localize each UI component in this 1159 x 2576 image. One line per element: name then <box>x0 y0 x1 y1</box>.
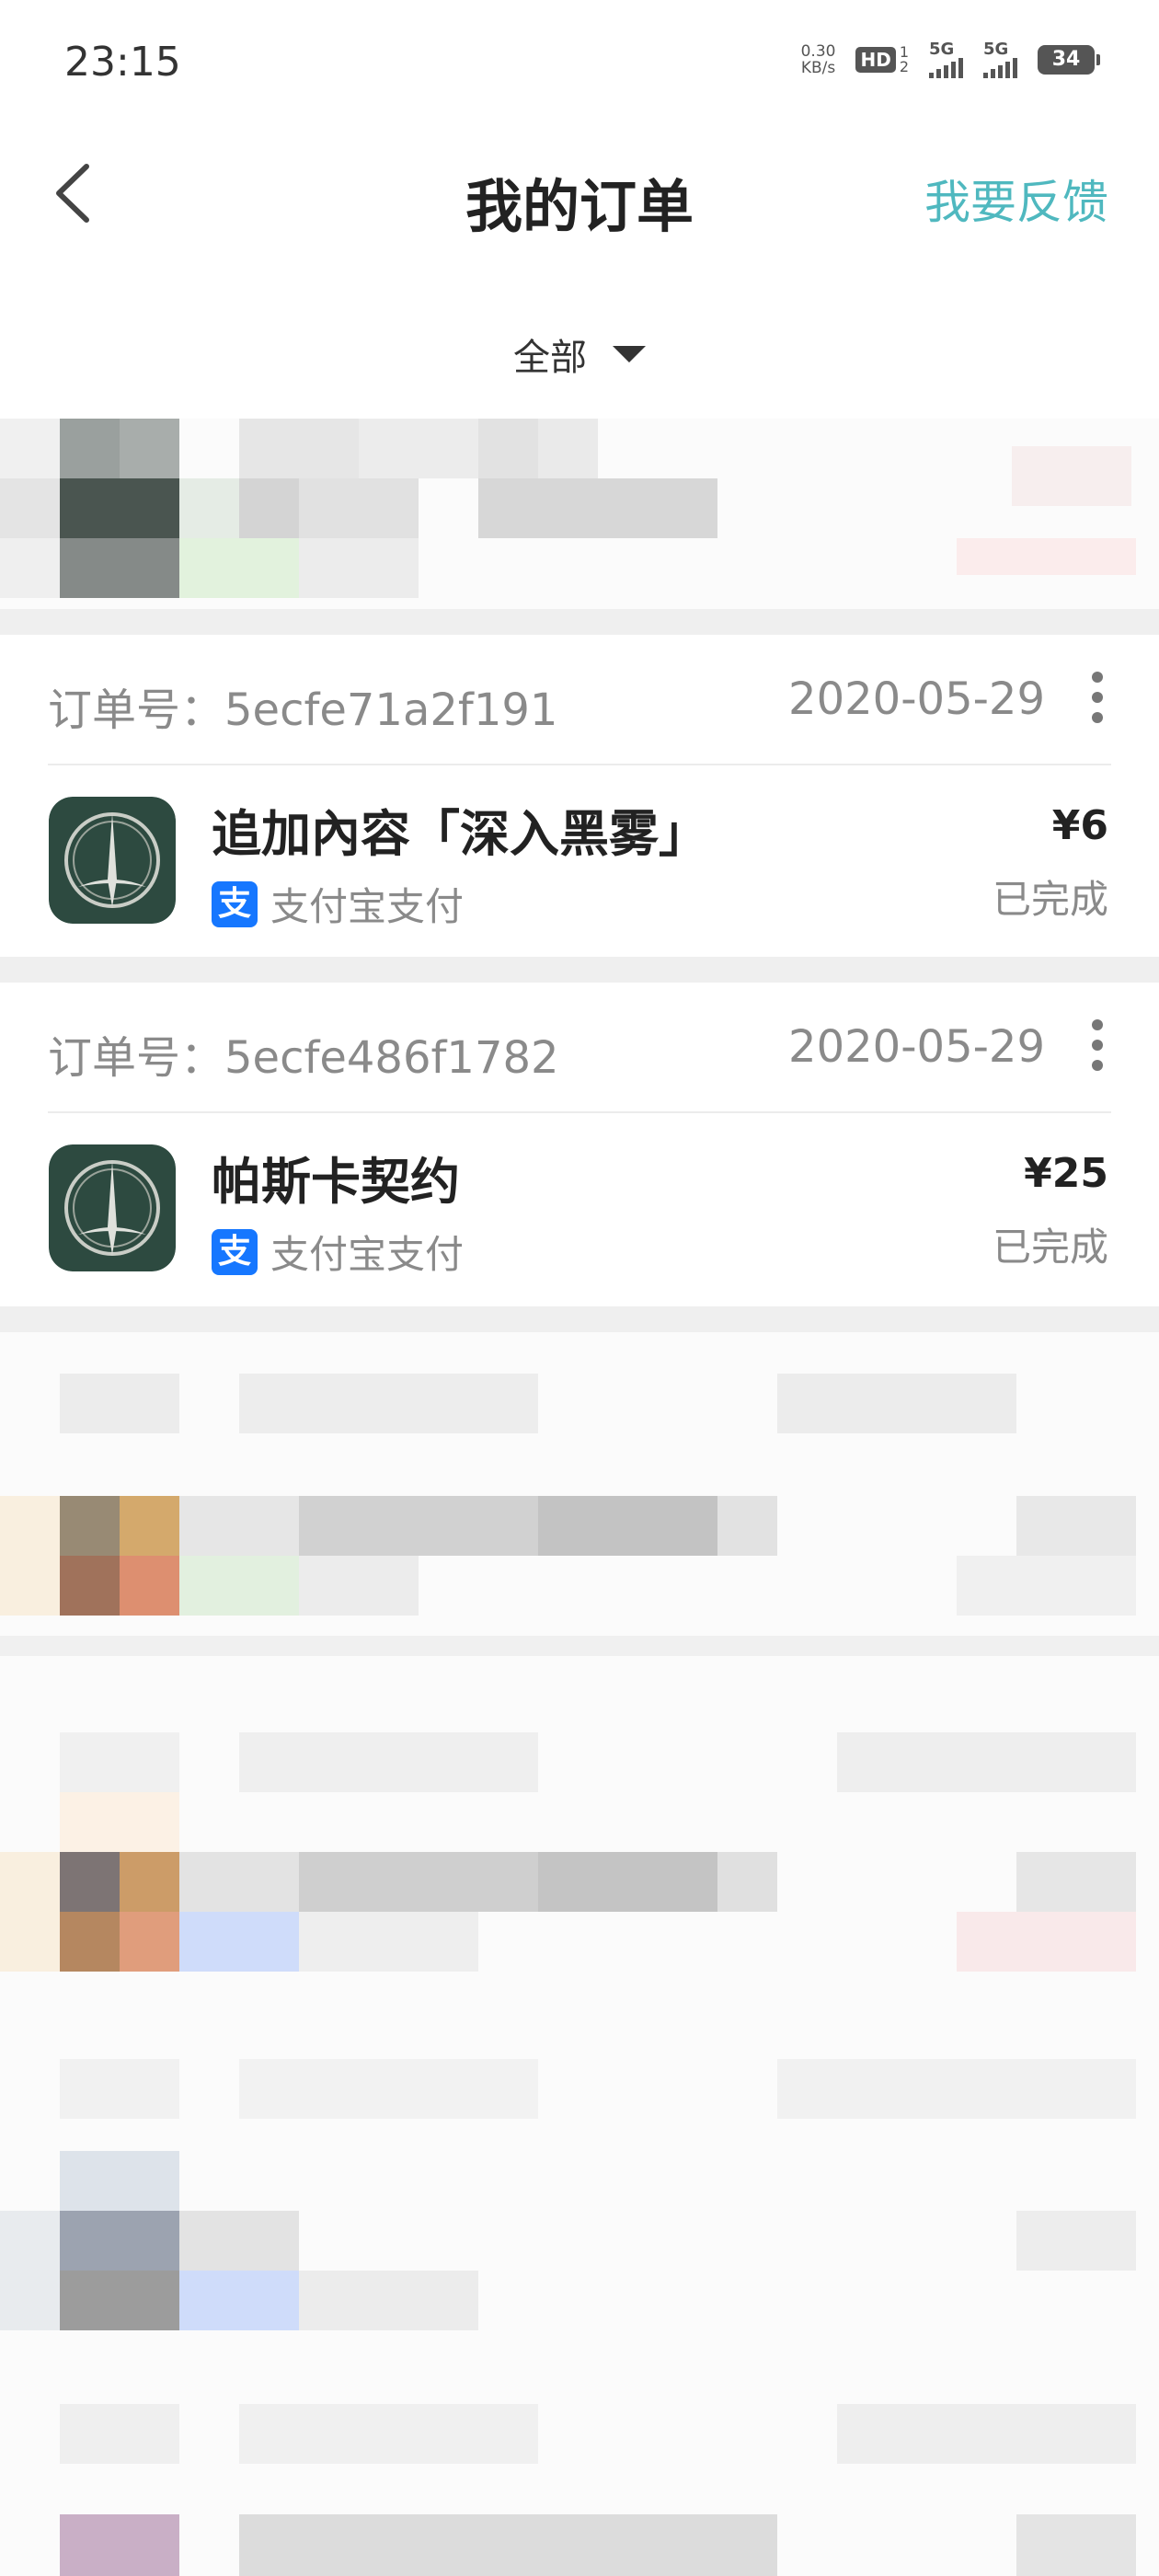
alipay-icon: 支 <box>212 1228 258 1275</box>
payment-method: 支 支付宝支付 <box>212 1224 464 1280</box>
order-date: 2020-05-29 <box>788 673 1045 725</box>
separator <box>0 1306 1159 1332</box>
signal-5g-icon-1: 5G <box>929 41 963 78</box>
signal-2-label: 5G <box>983 40 1009 59</box>
network-speed: 0.30 KB/s <box>801 43 836 76</box>
signal-5g-icon-2: 5G <box>983 41 1017 78</box>
more-options-icon[interactable] <box>1091 672 1104 723</box>
product-name: 追加內容「深入黑雾」 <box>212 805 708 863</box>
order-date: 2020-05-29 <box>788 1021 1045 1073</box>
order-header: 订单号：5ecfe486f1782 2020-05-29 <box>48 983 1111 1113</box>
order-status: 已完成 <box>992 877 1108 922</box>
hd-sim-numbers: 1 2 <box>900 45 909 75</box>
alipay-icon: 支 <box>212 880 258 927</box>
blurred-order-top <box>0 419 1159 632</box>
network-speed-value: 0.30 <box>800 42 836 61</box>
order-price: ¥25 <box>1024 1150 1108 1197</box>
order-price: ¥6 <box>1051 802 1108 849</box>
signal-bars-1 <box>929 58 963 78</box>
status-time: 23:15 <box>64 39 181 86</box>
order-header: 订单号：5ecfe71a2f191 2020-05-29 <box>48 635 1111 765</box>
status-bar: 23:15 0.30 KB/s HD 1 2 5G 5G 34 <box>0 0 1159 129</box>
game-app-icon <box>49 1144 176 1271</box>
status-icons: 0.30 KB/s HD 1 2 5G 5G 34 <box>801 37 1100 83</box>
filter-selected-label: 全部 <box>513 337 587 379</box>
product-name: 帕斯卡契约 <box>212 1153 460 1211</box>
hd-sim-bottom: 2 <box>899 58 909 75</box>
payment-method-label: 支付宝支付 <box>270 884 465 929</box>
signal-1-label: 5G <box>929 40 955 59</box>
blurred-orders-bottom <box>0 1332 1159 2576</box>
order-number: 订单号：5ecfe486f1782 <box>48 1032 559 1084</box>
caret-down-icon <box>613 346 646 362</box>
hd-label: HD <box>855 47 896 73</box>
feedback-link[interactable]: 我要反馈 <box>924 166 1108 232</box>
payment-method-label: 支付宝支付 <box>270 1232 465 1277</box>
order-card[interactable]: 订单号：5ecfe71a2f191 2020-05-29 追加內容「深入黑雾」 … <box>0 635 1159 957</box>
payment-method: 支 支付宝支付 <box>212 876 464 932</box>
network-speed-unit: KB/s <box>800 59 836 77</box>
more-options-icon[interactable] <box>1091 1019 1104 1071</box>
nav-header: 我的订单 我要反馈 <box>0 129 1159 258</box>
separator <box>0 957 1159 983</box>
order-status: 已完成 <box>992 1225 1108 1270</box>
game-app-icon <box>49 797 176 924</box>
hd-voice-icon: HD 1 2 <box>855 45 909 75</box>
order-card[interactable]: 订单号：5ecfe486f1782 2020-05-29 帕斯卡契约 支 支付宝… <box>0 983 1159 1306</box>
signal-bars-2 <box>983 58 1017 78</box>
order-filter-dropdown[interactable]: 全部 <box>0 322 1159 386</box>
separator <box>0 609 1159 635</box>
order-number: 订单号：5ecfe71a2f191 <box>48 684 558 736</box>
battery-icon: 34 <box>1038 45 1100 75</box>
